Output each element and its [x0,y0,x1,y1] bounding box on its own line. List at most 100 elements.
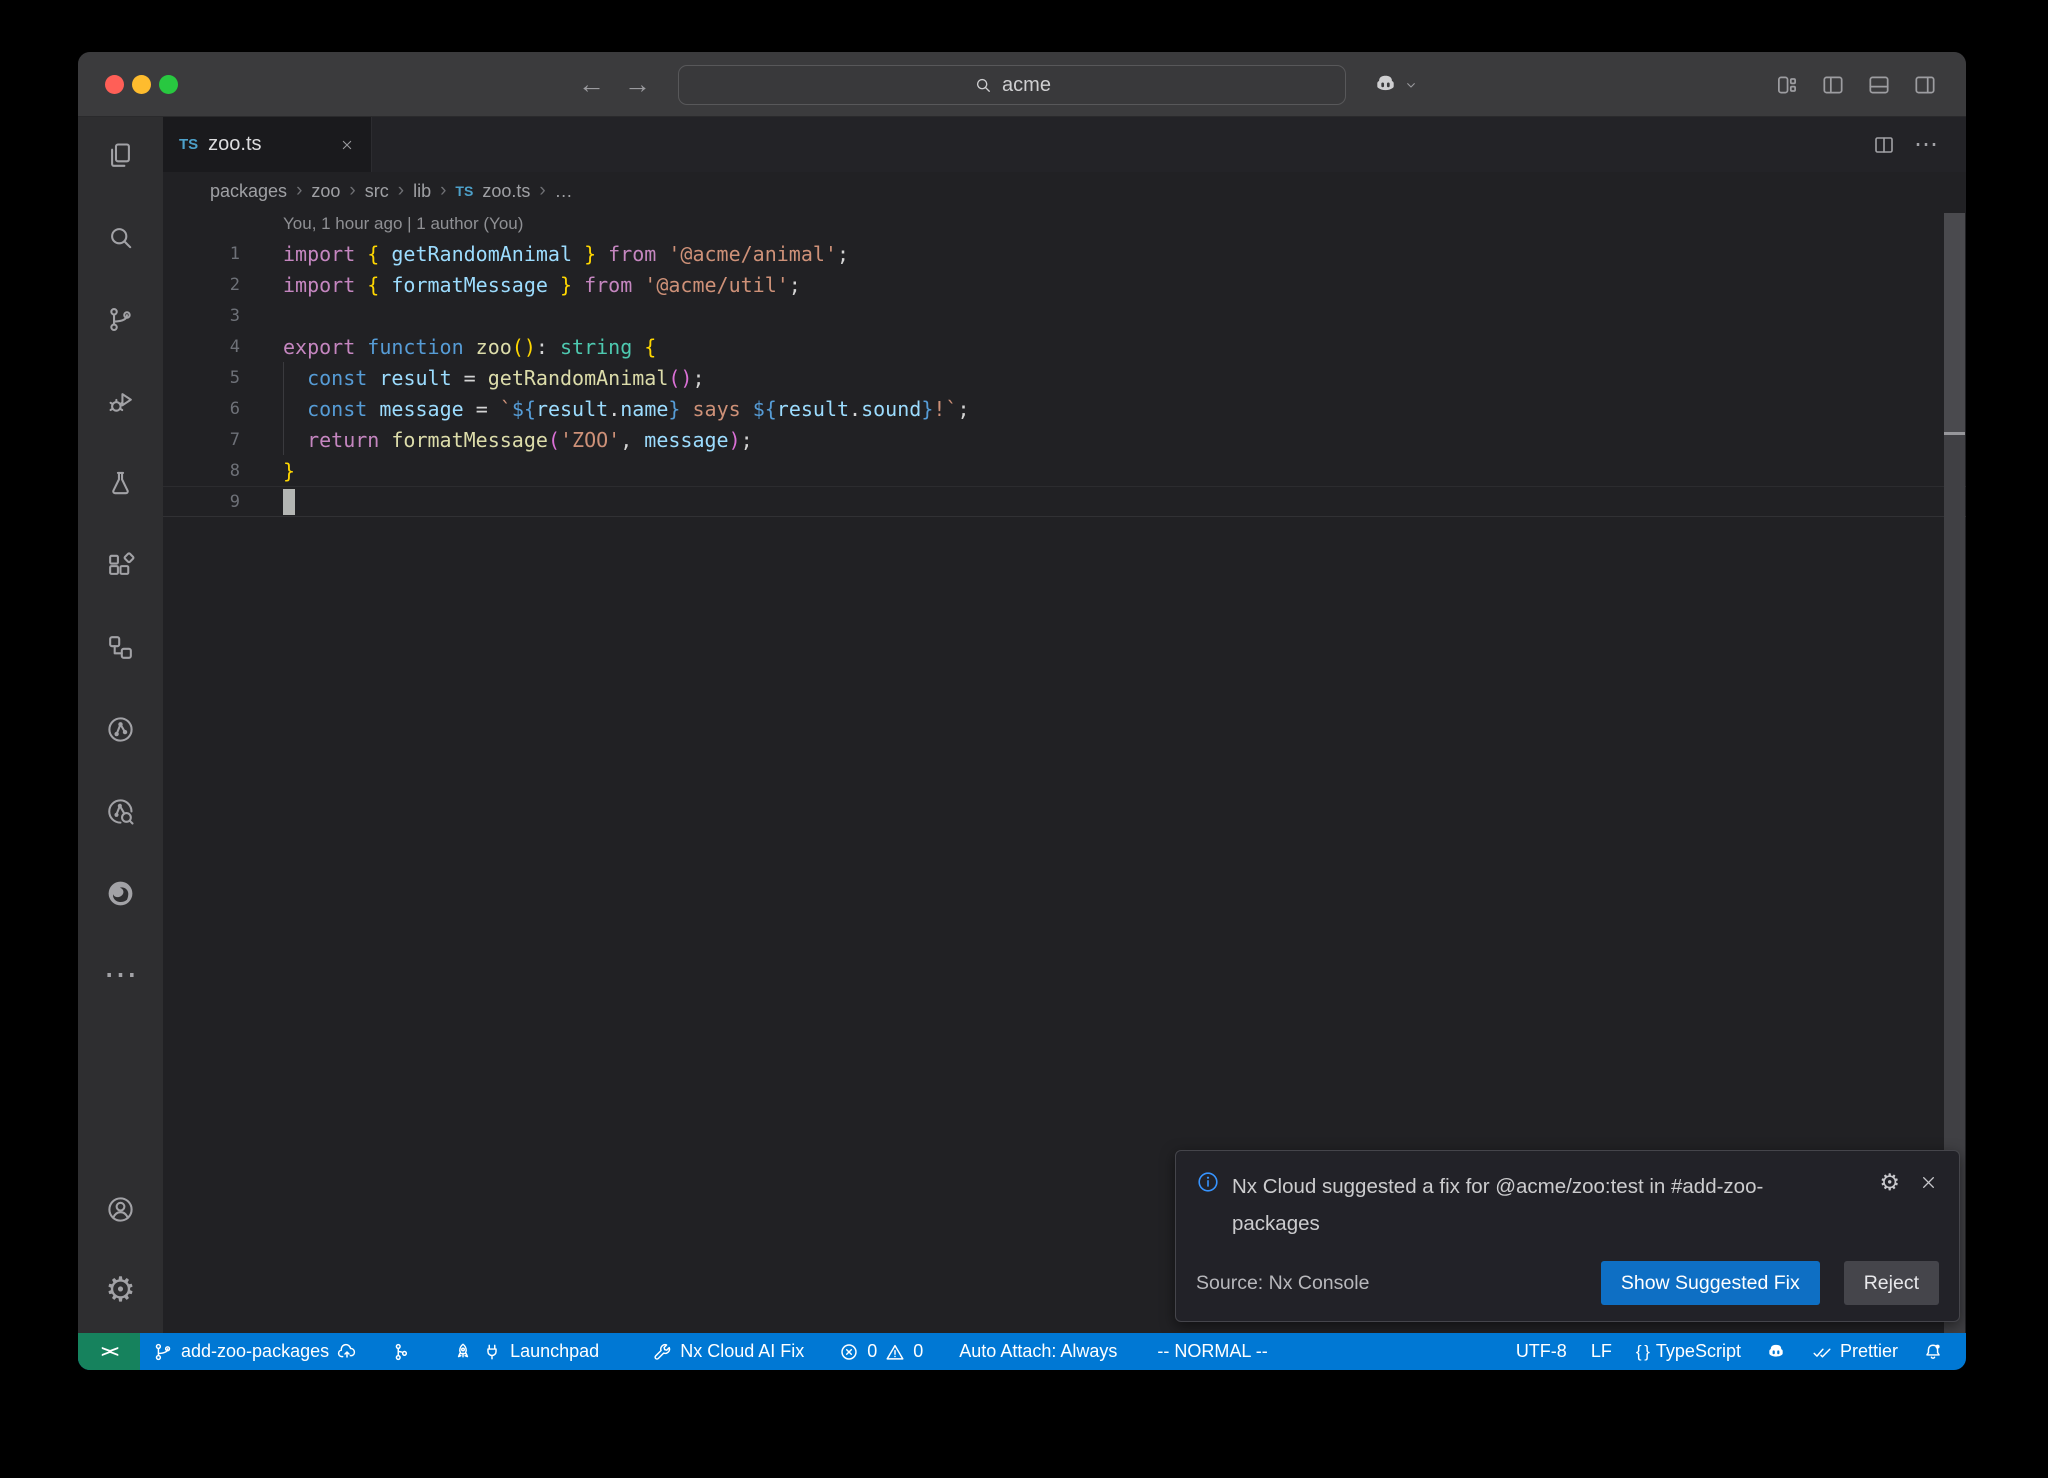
braces-icon: { } [1636,1342,1649,1362]
text-cursor [283,489,295,515]
activity-testing[interactable] [97,459,145,507]
status-label: Prettier [1840,1341,1898,1362]
toggle-secondary-sidebar-icon[interactable] [1912,72,1938,98]
status-label: Nx Cloud AI Fix [680,1341,804,1362]
notification-settings-gear-icon[interactable]: ⚙ [1879,1171,1900,1194]
status-launchpad[interactable]: Launchpad [440,1333,611,1370]
code-line[interactable]: 9 [163,486,1966,517]
code-text: const result = getRandomAnimal(); [283,366,705,390]
status-language[interactable]: { } TypeScript [1624,1333,1753,1370]
breadcrumb-item[interactable]: zoo [311,181,340,202]
status-source-control-graph[interactable] [378,1333,424,1370]
status-encoding[interactable]: UTF-8 [1504,1333,1579,1370]
code-line[interactable]: 1import { getRandomAnimal } from '@acme/… [163,238,1966,269]
code-line[interactable]: 8} [163,455,1966,486]
code-text: const message = `${result.name} says ${r… [283,397,970,421]
copilot-menu[interactable] [1372,52,1419,117]
navigate-forward-button[interactable]: → [624,52,651,117]
notification-close-icon[interactable] [1918,1172,1939,1193]
breadcrumb-item[interactable]: src [365,181,389,202]
code-line[interactable]: 3 [163,300,1966,331]
navigate-back-button[interactable]: ← [578,52,605,117]
activity-edge-browser[interactable] [97,869,145,917]
activity-explorer[interactable] [97,131,145,179]
line-number: 5 [163,368,240,388]
breadcrumb-separator: › [349,180,355,202]
code-line[interactable]: 6 const message = `${result.name} says $… [163,393,1966,424]
notification-source: Source: Nx Console [1196,1272,1369,1295]
status-copilot[interactable] [1753,1333,1799,1370]
breadcrumb-item[interactable]: packages [210,181,287,202]
status-label: Launchpad [510,1341,599,1362]
line-number: 7 [163,430,240,450]
code-line[interactable]: 2 import { formatMessage } from '@acme/ut… [163,269,1966,300]
git-branch-s-icon [152,1341,174,1363]
minimize-window-button[interactable] [132,75,151,94]
status-notifications-bell[interactable] [1910,1333,1956,1370]
breadcrumb-more[interactable]: … [555,181,573,202]
tab-bar: TS zoo.ts ⋯ [78,117,1966,172]
show-suggested-fix-button[interactable]: Show Suggested Fix [1601,1261,1820,1305]
reject-button[interactable]: Reject [1844,1261,1939,1305]
search-value: acme [1002,74,1051,97]
status-formatter[interactable]: Prettier [1799,1333,1910,1370]
line-number: 4 [163,337,240,357]
code-line[interactable]: 7 return formatMessage('ZOO', message); [163,424,1966,455]
status-vim-mode[interactable]: -- NORMAL -- [1145,1333,1279,1370]
code-text: import { formatMessage } from '@acme/uti… [283,273,801,297]
search-icon [105,222,136,253]
status-label: 0 [867,1341,877,1362]
status-label: add-zoo-packages [181,1341,329,1362]
status-problems[interactable]: 00 [826,1333,935,1370]
activity-run-and-debug[interactable] [97,377,145,425]
line-number: 9 [163,492,240,512]
desktop: ← → acme TS zoo.ts ⋯ pa [0,0,2048,1478]
title-bar[interactable]: ← → acme [78,52,1966,117]
status-label: TypeScript [1656,1341,1741,1362]
notification-message: Nx Cloud suggested a fix for @acme/zoo:t… [1232,1168,1840,1242]
rocket-icon [452,1341,474,1363]
account-icon [105,1194,136,1225]
line-number: 6 [163,399,240,419]
circle-graph-icon [105,714,136,745]
activity-search[interactable] [97,213,145,261]
maximize-window-button[interactable] [159,75,178,94]
breadcrumb-separator: › [398,180,404,202]
status-branch[interactable]: add-zoo-packages [140,1333,370,1370]
breadcrumb-item[interactable]: lib [413,181,431,202]
git-blame-annotation: You, 1 hour ago | 1 author (You) [163,210,1966,238]
status-auto-attach[interactable]: Auto Attach: Always [947,1333,1129,1370]
beaker-icon [105,468,136,499]
activity-nx-console[interactable] [97,705,145,753]
close-tab-icon[interactable] [339,137,355,153]
code-line[interactable]: 5 const result = getRandomAnimal(); [163,362,1966,393]
status-eol[interactable]: LF [1579,1333,1624,1370]
breadcrumb-separator: › [539,180,545,202]
customize-layout-icon[interactable] [1774,72,1800,98]
breadcrumb-file[interactable]: zoo.ts [482,181,530,202]
tab-zoo-ts[interactable]: TS zoo.ts [163,117,372,172]
more-actions-icon[interactable]: ⋯ [1914,130,1940,159]
activity-more-views[interactable]: ⋯ [97,951,145,999]
status-nx-cloud-ai-fix[interactable]: Nx Cloud AI Fix [639,1333,816,1370]
extensions-icon [105,550,136,581]
code-line[interactable]: 4export function zoo(): string { [163,331,1966,362]
status-label: LF [1591,1341,1612,1362]
files-icon [105,140,136,171]
toggle-panel-icon[interactable] [1866,72,1892,98]
activity-custom-view[interactable] [97,623,145,671]
command-center-search[interactable]: acme [678,65,1346,105]
warning-icon [884,1341,906,1363]
activity-extensions[interactable] [97,541,145,589]
activity-nx-cloud[interactable] [97,787,145,835]
activity-accounts[interactable] [97,1185,145,1233]
split-editor-icon[interactable] [1872,133,1896,157]
close-window-button[interactable] [105,75,124,94]
activity-settings[interactable]: ⚙ [97,1266,145,1314]
toggle-primary-sidebar-icon[interactable] [1820,72,1846,98]
remote-indicator[interactable]: >< [78,1333,140,1370]
line-number: 2 [163,275,240,295]
activity-source-control[interactable] [97,295,145,343]
ellipsis-icon: ⋯ [104,958,138,992]
scrollbar-thumb[interactable] [1944,213,1965,432]
